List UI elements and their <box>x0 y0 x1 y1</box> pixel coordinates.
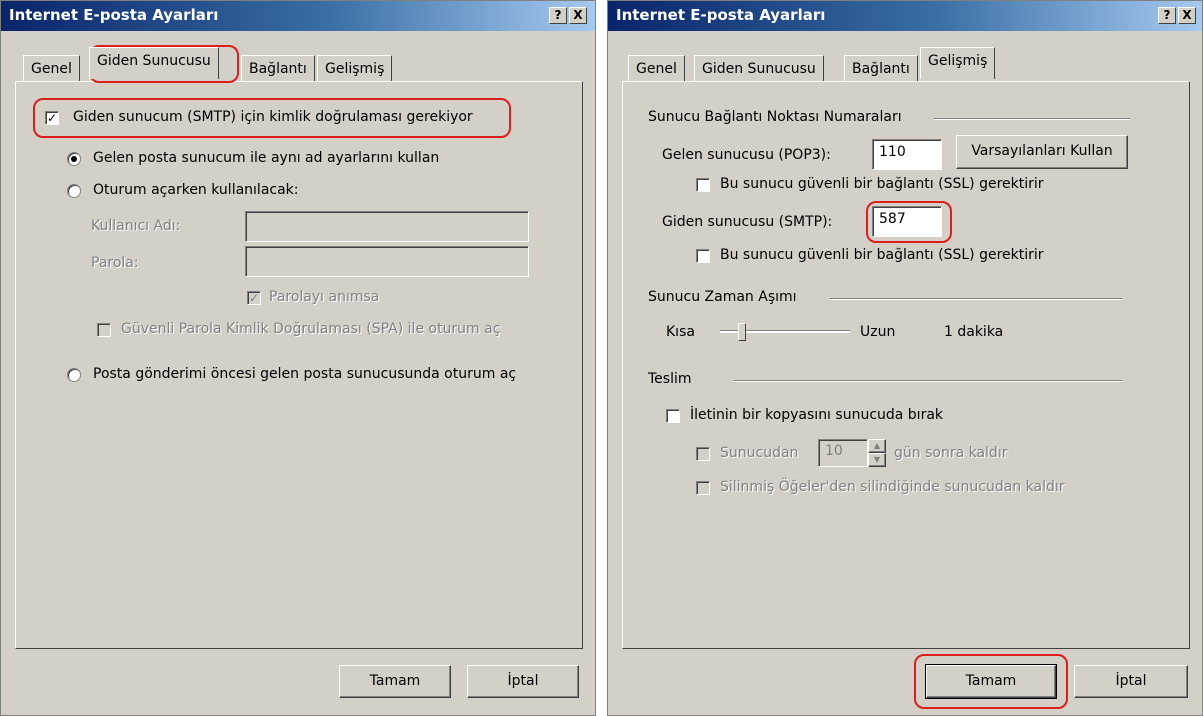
group-timeout-line <box>830 298 1122 300</box>
close-button[interactable]: X <box>1178 7 1196 24</box>
incoming-port-label: Gelen sunucusu (POP3): <box>662 147 831 163</box>
tab-outgoing-server[interactable]: Giden Sunucusu <box>694 55 824 82</box>
auth-required-checkbox[interactable]: ✓ <box>45 111 59 125</box>
tab-advanced[interactable]: Gelişmiş <box>920 47 996 79</box>
spinner-up-icon[interactable]: ▲ <box>868 439 886 453</box>
outgoing-port-input[interactable]: 587 <box>872 206 942 237</box>
cancel-button[interactable]: İptal <box>467 665 579 698</box>
tab-connection[interactable]: Bağlantı <box>241 55 315 82</box>
timeout-long-label: Uzun <box>860 324 896 340</box>
dialog-outgoing-server: Internet E-posta Ayarları ? X Genel Gide… <box>0 0 596 716</box>
leave-copy-label: İletinin bir kopyasını sunucuda bırak <box>690 407 944 423</box>
timeout-slider[interactable] <box>720 321 850 343</box>
window-title: Internet E-posta Ayarları <box>9 6 219 24</box>
tab-general[interactable]: Genel <box>628 55 685 82</box>
dialog-advanced: Internet E-posta Ayarları ? X Genel Gide… <box>607 0 1203 716</box>
tab-advanced[interactable]: Gelişmiş <box>317 55 393 82</box>
remove-deleted-checkbox[interactable] <box>696 481 710 495</box>
group-ports-line <box>934 118 1130 120</box>
remember-password-checkbox[interactable]: ✓ <box>247 291 261 305</box>
ssl-outgoing-checkbox[interactable] <box>696 249 710 263</box>
group-timeout-label: Sunucu Zaman Aşımı <box>648 289 797 305</box>
ok-button[interactable]: Tamam <box>925 664 1057 699</box>
radio-same-settings[interactable] <box>67 152 81 166</box>
password-label: Parola: <box>91 255 139 271</box>
cancel-button[interactable]: İptal <box>1074 665 1188 698</box>
group-delivery-label: Teslim <box>648 371 692 387</box>
remove-days-spinner[interactable]: ▲ ▼ <box>868 439 886 467</box>
tab-general[interactable]: Genel <box>23 55 80 82</box>
group-ports-label: Sunucu Bağlantı Noktası Numaraları <box>648 109 902 125</box>
help-button[interactable]: ? <box>1158 7 1176 24</box>
password-input[interactable] <box>245 246 529 277</box>
title-bar[interactable]: Internet E-posta Ayarları ? X <box>1 1 595 31</box>
tab-panel <box>15 81 583 649</box>
spa-checkbox[interactable] <box>97 323 111 337</box>
ssl-incoming-label: Bu sunucu güvenli bir bağlantı (SSL) ger… <box>720 176 1044 192</box>
group-delivery-line <box>734 380 1122 382</box>
ssl-outgoing-label: Bu sunucu güvenli bir bağlantı (SSL) ger… <box>720 247 1044 263</box>
use-defaults-button[interactable]: Varsayılanları Kullan <box>956 135 1128 169</box>
remove-after-suffix: gün sonra kaldır <box>894 445 1008 461</box>
remove-deleted-label: Silinmiş Öğeler'den silindiğinde sunucud… <box>720 479 1065 495</box>
spa-label: Güvenli Parola Kimlik Doğrulaması (SPA) … <box>121 321 501 337</box>
timeout-value: 1 dakika <box>944 324 1004 340</box>
remove-after-checkbox[interactable] <box>696 447 710 461</box>
ssl-incoming-checkbox[interactable] <box>696 178 710 192</box>
leave-copy-checkbox[interactable] <box>666 409 680 423</box>
radio-logon-using[interactable] <box>67 184 81 198</box>
tab-outgoing-server[interactable]: Giden Sunucusu <box>89 47 219 79</box>
remove-days-input[interactable]: 10 <box>818 439 868 467</box>
spinner-down-icon[interactable]: ▼ <box>868 453 886 467</box>
close-button[interactable]: X <box>569 7 587 24</box>
radio-logon-using-label: Oturum açarken kullanılacak: <box>93 182 299 198</box>
remove-after-prefix: Sunucudan <box>720 445 799 461</box>
window-title: Internet E-posta Ayarları <box>616 6 826 24</box>
incoming-port-input[interactable]: 110 <box>872 139 942 170</box>
ok-button[interactable]: Tamam <box>339 665 451 698</box>
title-bar[interactable]: Internet E-posta Ayarları ? X <box>608 1 1202 31</box>
auth-required-label: Giden sunucum (SMTP) için kimlik doğrula… <box>73 109 473 125</box>
username-label: Kullanıcı Adı: <box>91 218 181 234</box>
slider-thumb[interactable] <box>738 323 746 341</box>
help-button[interactable]: ? <box>549 7 567 24</box>
tab-connection[interactable]: Bağlantı <box>844 55 918 82</box>
radio-logon-before-send[interactable] <box>67 368 81 382</box>
timeout-short-label: Kısa <box>666 324 695 340</box>
outgoing-port-label: Giden sunucusu (SMTP): <box>662 214 833 230</box>
radio-logon-before-send-label: Posta gönderimi öncesi gelen posta sunuc… <box>93 366 517 382</box>
remember-password-label: Parolayı anımsa <box>269 289 380 305</box>
username-input[interactable] <box>245 211 529 242</box>
radio-same-settings-label: Gelen posta sunucum ile aynı ad ayarları… <box>93 150 440 166</box>
